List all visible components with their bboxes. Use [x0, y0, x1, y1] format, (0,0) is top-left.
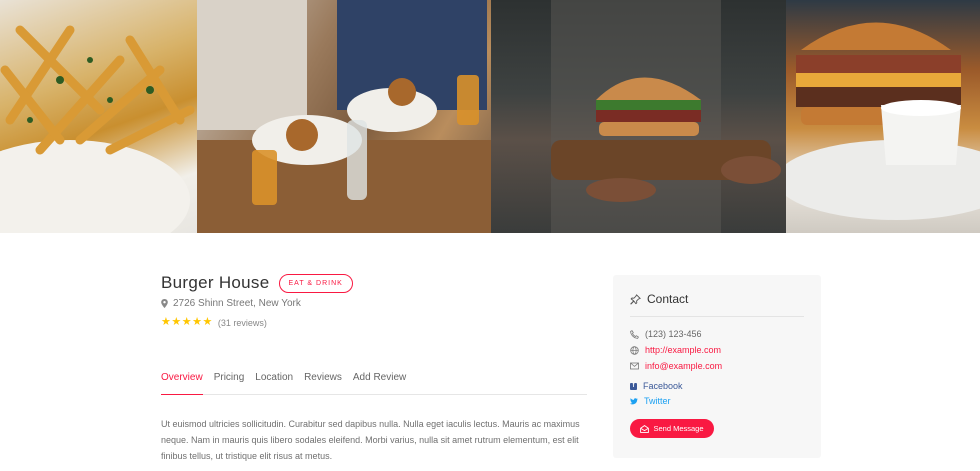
send-message-button[interactable]: Send Message	[630, 419, 714, 438]
listing-tabs: Overview Pricing Location Reviews Add Re…	[161, 372, 587, 395]
map-pin-icon	[161, 299, 168, 308]
facebook-icon: f	[630, 382, 637, 390]
divider	[630, 316, 804, 317]
listing-title: Burger House	[161, 273, 270, 292]
twitter-row: Twitter	[630, 396, 671, 406]
send-message-label: Send Message	[653, 424, 704, 433]
fries-photo[interactable]	[0, 0, 197, 233]
burger-closeup-photo[interactable]	[786, 0, 980, 233]
envelope-icon	[630, 362, 639, 370]
star-icon: ★	[161, 316, 171, 328]
star-icon: ★	[181, 316, 192, 328]
overview-description: Ut euismod ultricies sollicitudin. Curab…	[161, 419, 580, 461]
tab-reviews[interactable]: Reviews	[304, 372, 342, 395]
photo-gallery	[0, 0, 980, 233]
pushpin-icon	[630, 293, 641, 304]
tab-overview[interactable]: Overview	[161, 372, 203, 395]
twitter-link[interactable]: Twitter	[644, 396, 671, 406]
facebook-link[interactable]: Facebook	[643, 381, 683, 391]
contact-title: Contact	[647, 292, 689, 306]
category-badge[interactable]: EAT & DRINK	[278, 273, 353, 293]
email-link[interactable]: info@example.com	[645, 361, 722, 371]
email-row: info@example.com	[630, 361, 722, 371]
tab-pricing[interactable]: Pricing	[214, 372, 245, 395]
listing-title-row: Burger House EAT & DRINK	[161, 273, 353, 293]
star-icon: ★	[202, 316, 213, 328]
address-row: 2726 Shinn Street, New York	[161, 298, 301, 309]
phone-number: (123) 123-456	[645, 329, 702, 339]
twitter-icon	[630, 397, 638, 404]
facebook-row: f Facebook	[630, 381, 683, 391]
contact-box: Contact (123) 123-456 http://example.com…	[613, 275, 821, 458]
star-icon: ★	[192, 316, 202, 328]
rating-row: ★ ★ ★ ★ ★ (31 reviews)	[161, 317, 267, 328]
website-link[interactable]: http://example.com	[645, 345, 721, 355]
tab-location[interactable]: Location	[255, 372, 293, 395]
listing-address: 2726 Shinn Street, New York	[173, 298, 301, 309]
star-rating: ★ ★ ★ ★ ★	[161, 317, 213, 328]
envelope-open-icon	[640, 424, 650, 433]
contact-heading: Contact	[630, 292, 688, 306]
globe-icon	[630, 345, 639, 355]
phone-row: (123) 123-456	[630, 329, 702, 339]
website-row: http://example.com	[630, 345, 721, 355]
phone-icon	[630, 329, 639, 339]
diners-photo[interactable]	[197, 0, 491, 233]
reviews-count[interactable]: (31 reviews)	[218, 318, 267, 328]
burger-held-photo[interactable]	[491, 0, 786, 233]
star-icon: ★	[171, 316, 182, 328]
tab-add-review[interactable]: Add Review	[353, 372, 406, 395]
